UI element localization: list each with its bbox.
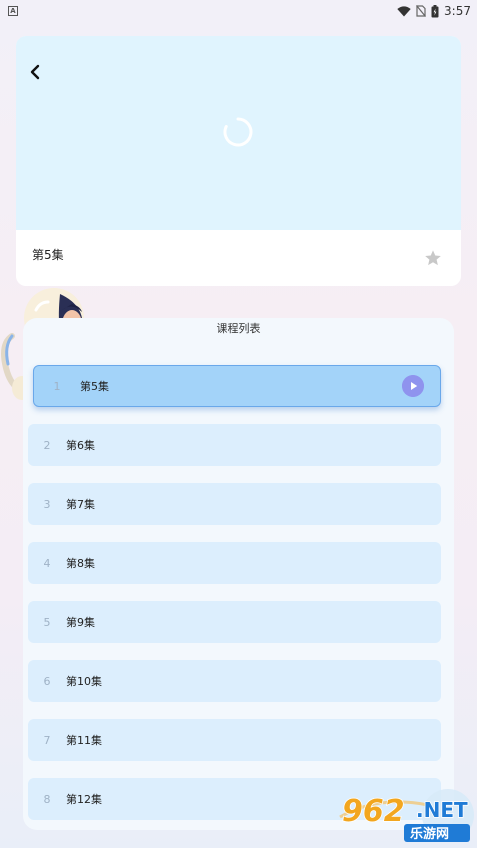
course-item-index: 1: [53, 379, 61, 393]
loading-spinner: [223, 117, 253, 147]
course-list-item[interactable]: 7 第11集: [28, 719, 441, 761]
course-item-name: 第10集: [66, 675, 102, 688]
star-icon[interactable]: [424, 249, 442, 267]
clock: 3:57: [444, 4, 471, 18]
course-list-title: 课程列表: [216, 322, 261, 335]
watermark-site-name: 乐游网: [410, 826, 449, 842]
video-player[interactable]: [16, 36, 461, 230]
course-item-index: 2: [43, 438, 51, 452]
course-item-name: 第6集: [66, 439, 95, 452]
course-item-index: 3: [43, 497, 51, 511]
course-item-name: 第5集: [80, 380, 109, 393]
course-item-index: 4: [43, 556, 51, 570]
course-list-item[interactable]: 6 第10集: [28, 660, 441, 702]
course-list-item[interactable]: 5 第9集: [28, 601, 441, 643]
course-item-index: 6: [43, 674, 51, 688]
course-item-index: 8: [43, 792, 51, 806]
notification-icon: A: [8, 6, 18, 16]
course-item-index: 5: [43, 615, 51, 629]
episode-title: 第5集: [32, 248, 64, 262]
course-item-name: 第12集: [66, 793, 102, 806]
play-icon[interactable]: [402, 375, 424, 397]
no-sim-icon: [416, 5, 427, 17]
course-item-name: 第11集: [66, 734, 102, 747]
wifi-icon: [397, 5, 411, 17]
course-item-name: 第9集: [66, 616, 95, 629]
watermark-suffix: .NET: [416, 798, 468, 822]
course-list-item-active[interactable]: 1 第5集: [33, 365, 441, 407]
course-list-item[interactable]: 4 第8集: [28, 542, 441, 584]
course-list-panel: 课程列表 1 第5集 2 第6集 3 第7集 4 第8集 5 第9集 6 第10…: [23, 318, 454, 830]
course-item-name: 第8集: [66, 557, 95, 570]
watermark-number: 962: [342, 794, 405, 829]
back-icon[interactable]: [26, 62, 46, 82]
site-watermark-logo: 962 .NET 乐游网: [339, 789, 474, 842]
course-item-name: 第7集: [66, 498, 95, 511]
course-item-index: 7: [43, 733, 51, 747]
battery-icon: [431, 4, 439, 17]
video-card: 第5集: [16, 36, 461, 286]
status-bar: A 3:57: [0, 0, 477, 22]
course-list-item[interactable]: 2 第6集: [28, 424, 441, 466]
course-list-item[interactable]: 3 第7集: [28, 483, 441, 525]
